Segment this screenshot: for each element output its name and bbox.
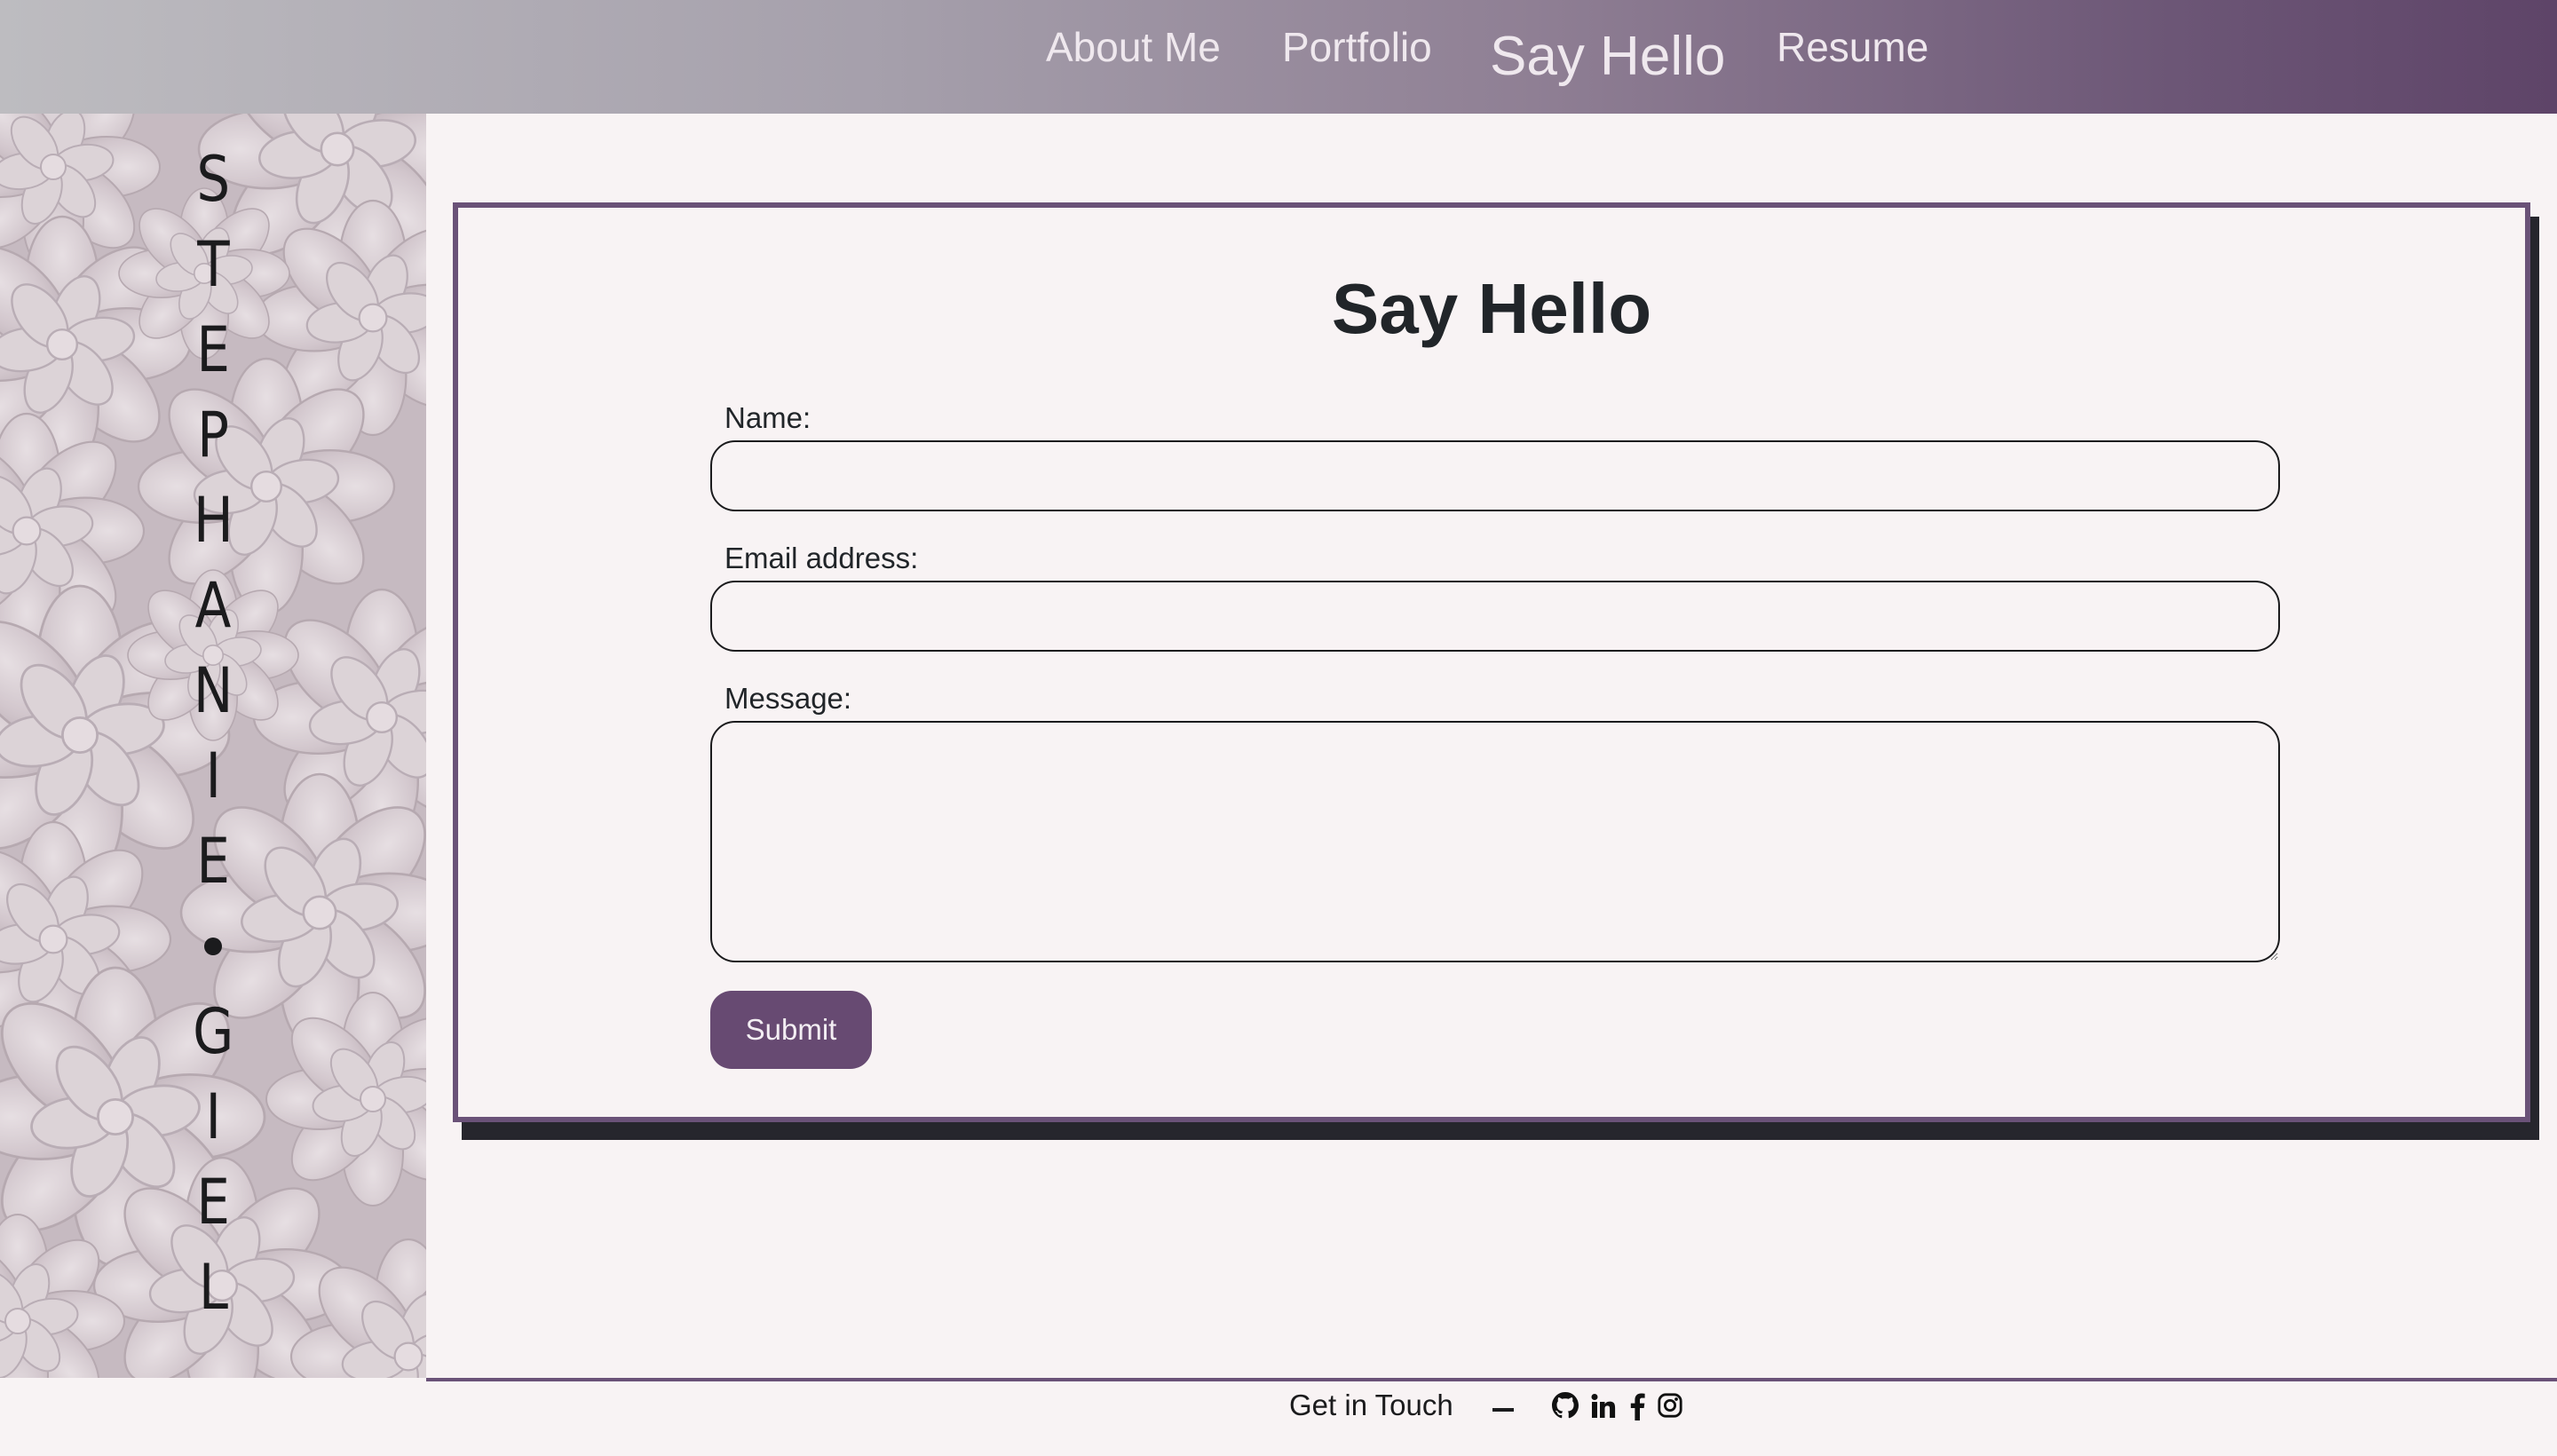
name-letter: E [196, 1166, 230, 1238]
name-letter: H [193, 484, 234, 557]
name-letter: E [196, 313, 230, 386]
name-separator-dot [204, 938, 222, 955]
instagram-icon[interactable] [1657, 1392, 1685, 1420]
name-letter: G [192, 995, 234, 1068]
nav-link-say-hello[interactable]: Say Hello [1490, 25, 1725, 88]
name-letter: E [196, 825, 230, 898]
footer: Get in Touch [426, 1378, 2557, 1456]
sidebar-vertical-name: S T E P H A N I E G I E L [173, 137, 253, 1330]
say-hello-card: Say Hello Name: Email address: Message: … [453, 202, 2530, 1122]
message-textarea[interactable] [710, 721, 2280, 962]
nav-link-resume[interactable]: Resume [1777, 23, 1928, 71]
name-letter: I [205, 1080, 221, 1153]
name-letter: N [193, 654, 234, 727]
name-input[interactable] [710, 440, 2280, 511]
name-letter: P [197, 399, 229, 471]
name-letter: L [198, 1251, 228, 1324]
footer-dash-divider [1492, 1408, 1514, 1412]
sidebar: S T E P H A N I E G I E L [0, 114, 426, 1378]
linkedin-icon[interactable] [1589, 1392, 1618, 1420]
name-letter: S [196, 143, 230, 216]
email-input[interactable] [710, 581, 2280, 652]
facebook-icon[interactable] [1628, 1392, 1657, 1420]
name-label: Name: [724, 401, 811, 434]
footer-get-in-touch: Get in Touch [1289, 1389, 1453, 1421]
submit-button[interactable]: Submit [710, 991, 872, 1069]
name-letter: I [205, 740, 221, 812]
github-icon[interactable] [1552, 1392, 1580, 1420]
email-label: Email address: [724, 542, 919, 574]
name-letter: A [194, 569, 232, 642]
name-letter: T [196, 228, 230, 301]
message-label: Message: [724, 682, 852, 715]
top-navigation: About Me Portfolio Say Hello Resume [0, 0, 2557, 114]
nav-link-portfolio[interactable]: Portfolio [1282, 23, 1432, 71]
page-title: Say Hello [1331, 269, 1652, 348]
nav-link-about-me[interactable]: About Me [1046, 23, 1221, 71]
